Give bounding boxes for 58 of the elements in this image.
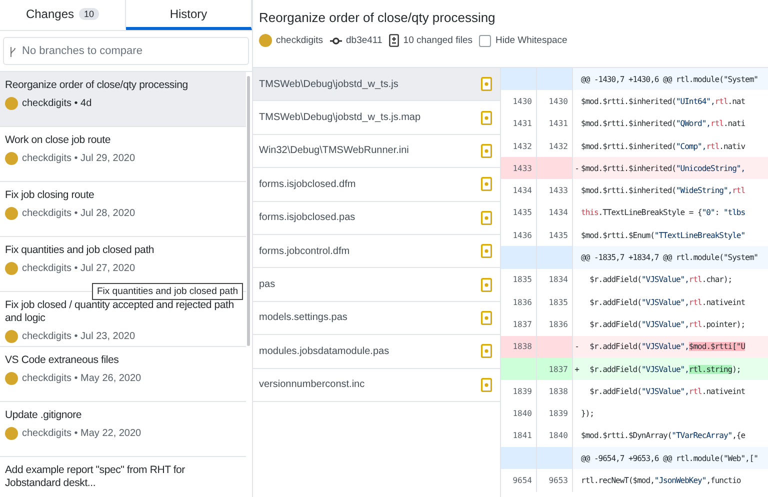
commit-meta: checkdigits • 4d	[22, 98, 92, 109]
line-number: 1433	[501, 157, 537, 180]
line-number: 1837	[537, 358, 573, 380]
code-line: $r.addField("VJSValue",rtl.char);	[588, 275, 734, 284]
tooltip: Fix quantities and job closed path	[92, 283, 244, 300]
code-line: rtl.recNewT($mod,"JsonWebKey",functio	[581, 476, 742, 485]
code-line: $r.addField("VJSValue",rtl.pointer);	[588, 320, 746, 329]
file-path: models.settings.pas	[259, 312, 348, 324]
code-line: $r.addField("VJSValue",rtl.nativeint	[588, 298, 746, 307]
code-line: $mod.$rtti.$inherited("UInt64",rtl.nat	[581, 96, 746, 106]
hunk-header: @@ -9654,7 +9653,6 @@ rtl.module("Web",["	[581, 454, 759, 463]
diff-sign: +	[574, 364, 580, 374]
code-line: $r.addField("VJSValue",rtl.nativeint	[588, 386, 746, 396]
code-line: $mod.$rtti.$Enum("TTextLineBreakStyle"	[581, 230, 746, 240]
file-path: forms.jobcontrol.dfm	[259, 246, 350, 257]
code-line: });	[581, 409, 595, 418]
code-line: $mod.$rtti.$DynArray("TVarRecArray",{e	[581, 431, 746, 440]
line-number: 9653	[537, 469, 573, 492]
line-number: 9654	[501, 469, 537, 492]
code-line: $mod.$rtti.$inherited("QWord",rtl.nati	[581, 119, 746, 128]
code-line: $r.addField("VJSValue",$mod.$rtti["U	[588, 342, 746, 352]
file-path: forms.isjobclosed.pas	[259, 212, 356, 224]
commit-title: Work on close job route	[5, 134, 112, 147]
commit-title: Fix job closed / quantity accepted and rejected path and logic	[5, 299, 235, 325]
changed-files-count: 10 changed files	[403, 35, 472, 46]
commit-title: Update .gitignore	[5, 409, 83, 422]
hunk-header: @@ -1430,7 +1430,6 @@ rtl.module("System"	[581, 74, 759, 84]
hunk-header: @@ -1835,7 +1834,7 @@ rtl.module("System"	[581, 253, 759, 262]
diff-sign: -	[574, 342, 580, 352]
commit-title: Add example report "spec" from RHT for Jobstandard deskt...	[5, 464, 186, 490]
commit-meta: checkdigits • May 26, 2020	[22, 373, 142, 384]
commit-meta: checkdigits • Jul 23, 2020	[22, 331, 136, 342]
commit-title: Fix quantities and job closed path	[5, 244, 156, 257]
code-line: $mod.$rtti.$inherited("UnicodeString",	[581, 164, 746, 173]
line-number: 1838	[501, 336, 537, 358]
file-path: forms.isjobclosed.dfm	[259, 178, 356, 190]
code-line: this.TTextLineBreakStyle = {"0": "tlbs	[581, 208, 746, 218]
code-line: $r.addField("VJSValue",rtl.string);	[588, 364, 742, 374]
commit-title: VS Code extraneous files	[5, 354, 120, 367]
code-line: $mod.$rtti.$inherited("WideString",rtl	[581, 186, 746, 196]
commit-meta: checkdigits • Jul 29, 2020	[22, 153, 136, 164]
commit-title: Fix job closing route	[5, 189, 96, 202]
commit-meta: checkdigits • Jul 27, 2020	[22, 263, 136, 274]
count-badge: 10	[79, 8, 100, 20]
file-path: modules.jobsdatamodule.pas	[259, 346, 390, 357]
file-path: TMSWeb\Debug\jobstd_w_ts.js.map	[259, 112, 421, 124]
file-path: Win32\Debug\TMSWebRunner.ini	[259, 145, 409, 156]
commit-meta: checkdigits • Jul 28, 2020	[22, 208, 136, 219]
file-path: TMSWeb\Debug\jobstd_w_ts.js	[259, 78, 398, 90]
author-name: checkdigits	[276, 35, 323, 46]
commit-sha: db3e411	[346, 35, 382, 46]
commit-title: Reorganize order of close/qty processing	[5, 79, 189, 92]
diff-sign: -	[574, 164, 580, 173]
file-path: pas	[259, 279, 276, 290]
commit-meta: checkdigits • May 22, 2020	[22, 428, 142, 439]
commit-title: Reorganize order of close/qty processing	[259, 10, 496, 25]
file-path: versionnumberconst.inc	[259, 379, 365, 390]
code-line: $mod.$rtti.$inherited("Comp",rtl.nativ	[581, 142, 746, 151]
